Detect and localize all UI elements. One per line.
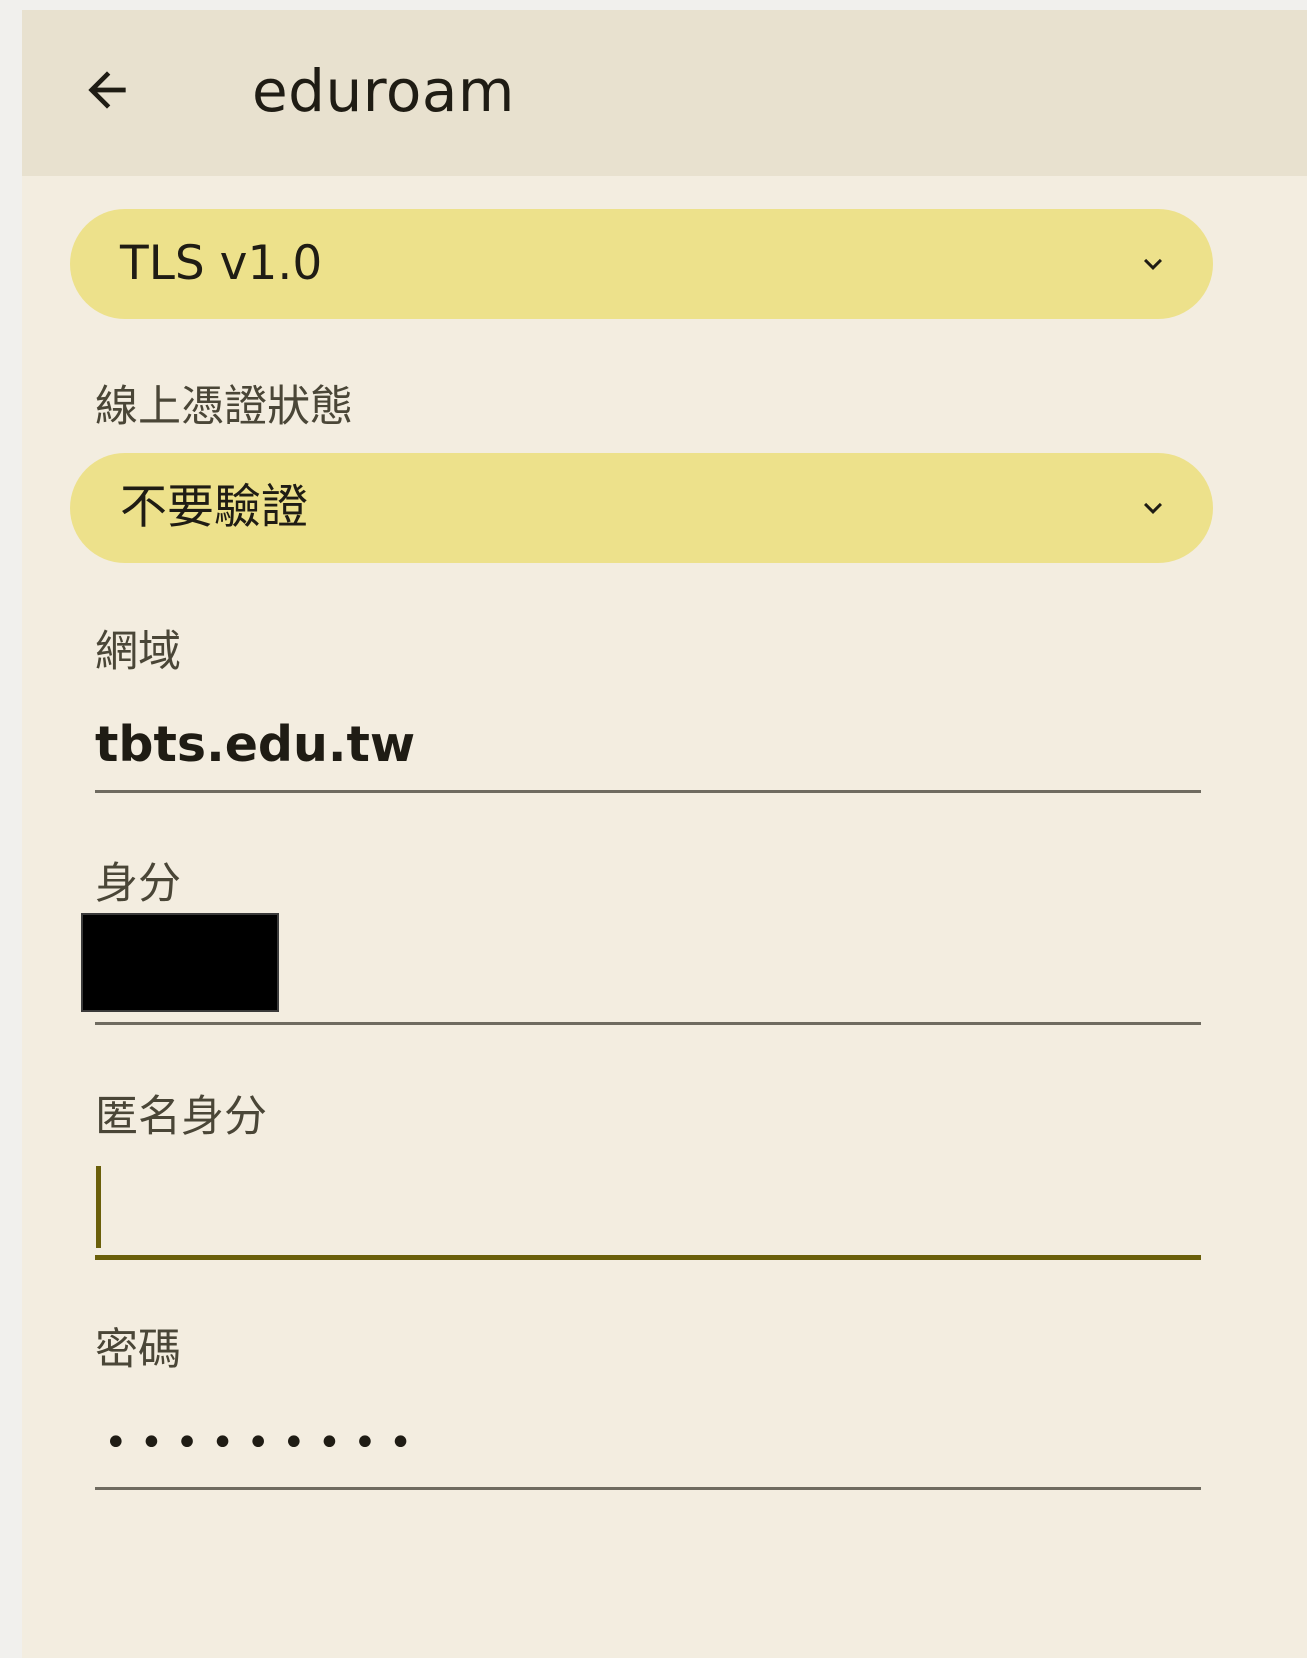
online-cert-status-label: 線上憑證狀態 — [95, 382, 353, 432]
anonymous-identity-underline — [95, 1255, 1201, 1260]
chevron-down-icon — [1144, 502, 1162, 514]
password-underline — [95, 1487, 1201, 1490]
identity-underline — [95, 1022, 1201, 1025]
wifi-config-screen: eduroam TLS v1.0 線上憑證狀態 不要驗證 網域 tbts.edu… — [22, 10, 1307, 1658]
identity-label: 身分 — [95, 859, 181, 909]
text-cursor — [96, 1166, 101, 1248]
password-label: 密碼 — [95, 1325, 181, 1375]
back-button[interactable] — [72, 55, 142, 125]
tls-version-dropdown[interactable]: TLS v1.0 — [70, 209, 1213, 319]
domain-label: 網域 — [95, 627, 181, 677]
password-input[interactable]: ••••••••• — [104, 1420, 424, 1466]
tls-version-value: TLS v1.0 — [120, 236, 323, 291]
page-title: eduroam — [252, 57, 515, 125]
online-cert-status-dropdown[interactable]: 不要驗證 — [70, 453, 1213, 563]
anonymous-identity-label: 匿名身分 — [95, 1092, 267, 1142]
identity-input-redacted[interactable] — [81, 913, 279, 1012]
online-cert-status-value: 不要驗證 — [120, 480, 308, 535]
domain-input[interactable]: tbts.edu.tw — [95, 716, 415, 773]
domain-underline — [95, 790, 1201, 793]
arrow-left-icon — [88, 71, 126, 109]
app-bar: eduroam — [22, 10, 1307, 176]
chevron-down-icon — [1144, 258, 1162, 270]
